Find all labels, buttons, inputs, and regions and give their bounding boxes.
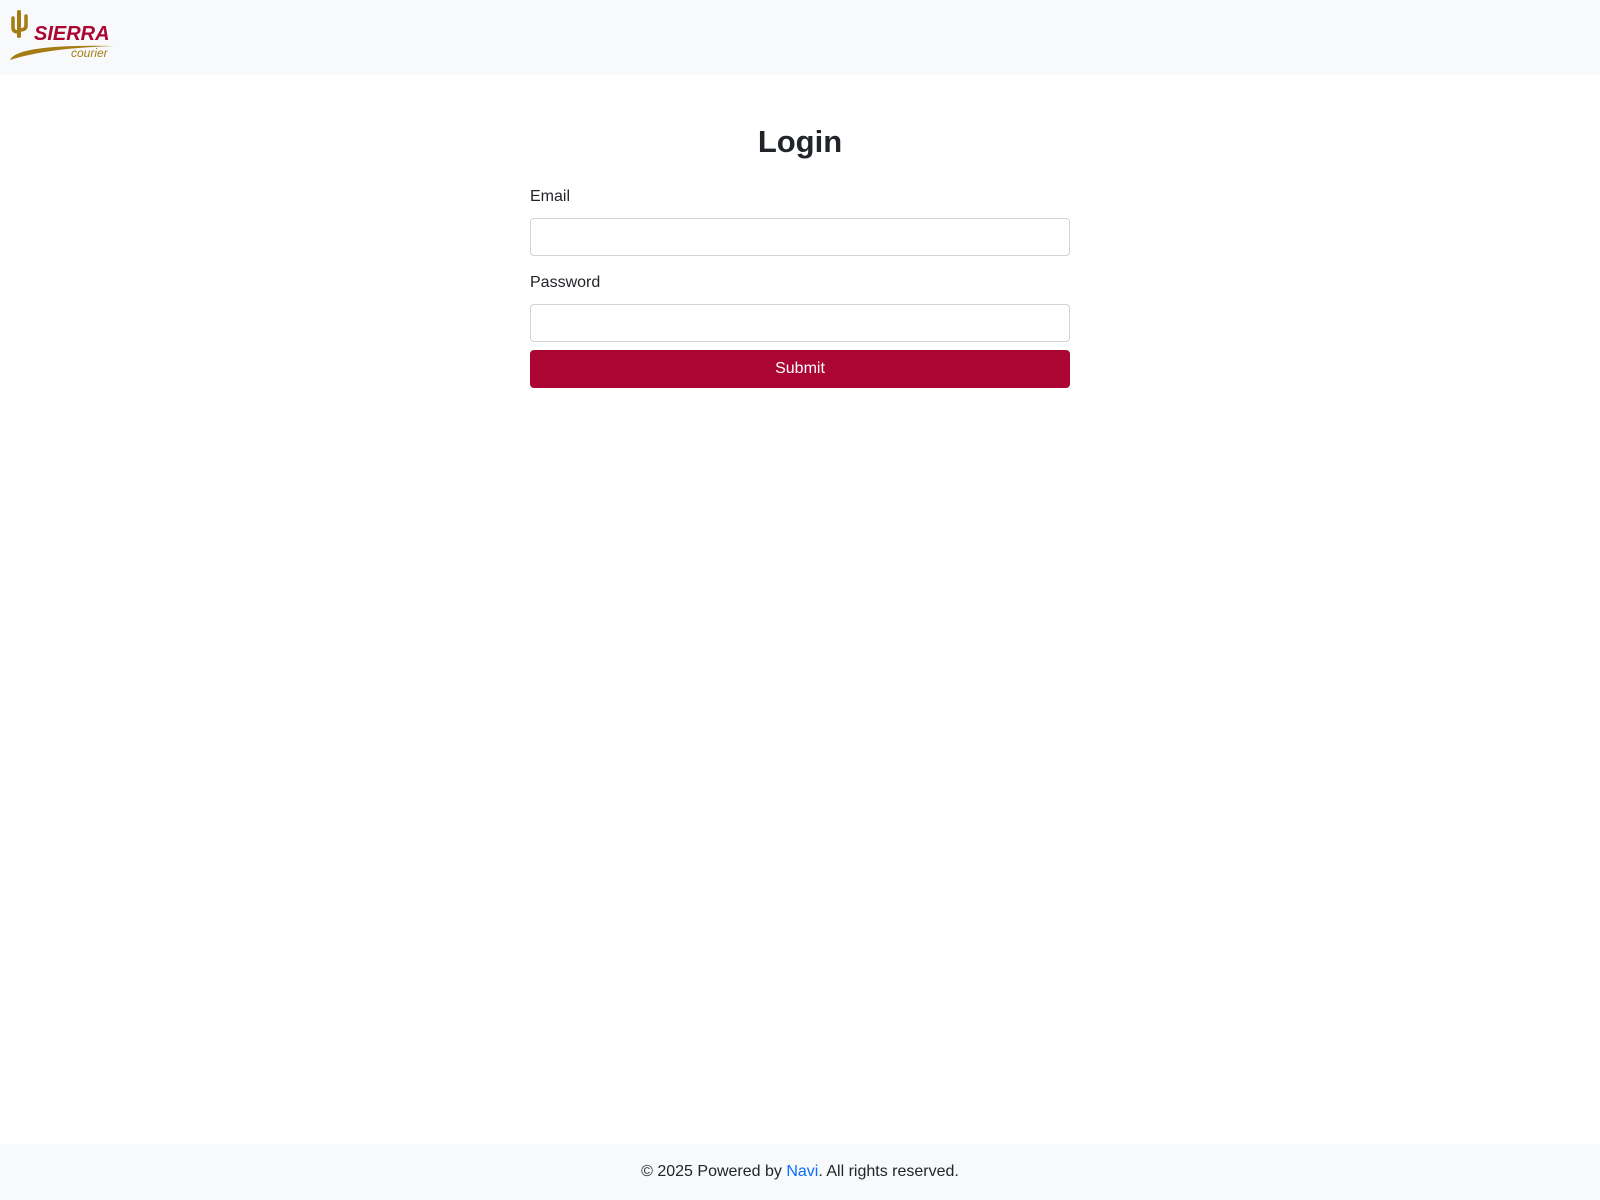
footer-suffix: . All rights reserved. [818, 1163, 959, 1180]
footer-prefix: © 2025 Powered by [641, 1163, 787, 1180]
email-label: Email [530, 188, 571, 205]
footer: © 2025 Powered by Navi. All rights reser… [0, 1144, 1600, 1200]
password-label: Password [530, 274, 601, 291]
email-field[interactable] [530, 218, 1070, 256]
password-field[interactable] [530, 304, 1070, 342]
logo-brand-text: SIERRA [34, 23, 110, 45]
navi-link[interactable]: Navi [786, 1163, 818, 1180]
top-navbar: SIERRA courier [0, 0, 1600, 75]
login-page: SIERRA courier Login Email Password Subm… [0, 0, 1600, 1200]
submit-button[interactable]: Submit [530, 350, 1070, 388]
logo-sub-text: courier [71, 46, 109, 60]
page-title: Login [757, 124, 843, 159]
sierra-courier-logo[interactable]: SIERRA courier [7, 10, 122, 66]
